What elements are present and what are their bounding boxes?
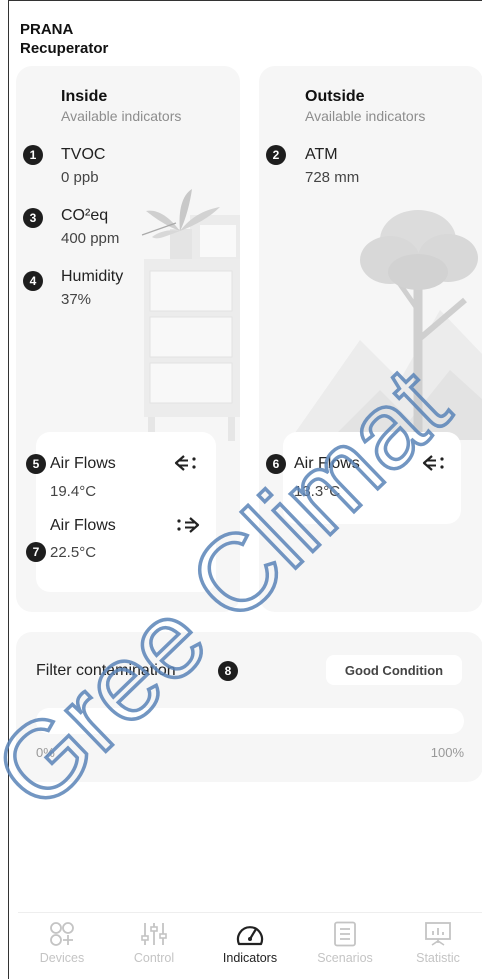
filter-status-button[interactable]: Good Condition bbox=[326, 655, 462, 685]
tvoc-label: TVOC bbox=[61, 146, 106, 163]
indicator-badge-6: 6 bbox=[266, 454, 286, 474]
nav-statistic[interactable]: Statistic bbox=[398, 921, 478, 965]
inside-title: Inside bbox=[61, 88, 108, 105]
atm-label: ATM bbox=[305, 146, 338, 163]
co2eq-value: 400 ppm bbox=[61, 230, 120, 247]
nav-control[interactable]: Control bbox=[114, 921, 194, 965]
gauge-icon bbox=[236, 926, 264, 946]
airflow-outflow-label: Air Flows bbox=[50, 517, 116, 534]
humidity-label: Humidity bbox=[61, 268, 124, 285]
airflow-outside-label: Air Flows bbox=[294, 455, 360, 472]
nav-indicators[interactable]: Indicators bbox=[210, 921, 290, 965]
tvoc-value: 0 ppb bbox=[61, 169, 99, 186]
nav-indicators-label: Indicators bbox=[222, 951, 278, 965]
airflow-inflow-value: 19.4°C bbox=[50, 483, 97, 500]
arrow-in-icon bbox=[422, 455, 444, 471]
indicator-badge-8: 8 bbox=[218, 661, 238, 681]
airflow-inflow-label: Air Flows bbox=[50, 455, 116, 472]
bottom-nav: Devices Control Indicators Scenarios Sta… bbox=[18, 912, 482, 979]
humidity-value: 37% bbox=[61, 291, 92, 308]
outside-title: Outside bbox=[305, 88, 365, 105]
cabinet-plant-illustration bbox=[141, 189, 240, 441]
co2eq-label: CO²eq bbox=[61, 207, 109, 224]
app-title-brand: PRANA bbox=[20, 21, 74, 38]
sliders-icon bbox=[141, 923, 167, 945]
list-icon bbox=[334, 921, 356, 947]
app-title: PRANA Recuperator bbox=[20, 20, 108, 58]
chart-icon bbox=[425, 922, 451, 946]
nav-scenarios[interactable]: Scenarios bbox=[305, 921, 385, 965]
arrow-out-icon bbox=[177, 517, 200, 533]
atm-value: 728 mm bbox=[305, 169, 360, 186]
indicator-badge-4: 4 bbox=[23, 271, 43, 291]
progress-max-label: 100% bbox=[430, 745, 464, 760]
indicator-badge-2: 2 bbox=[266, 145, 286, 165]
airflow-outflow-value: 22.5°C bbox=[50, 544, 97, 561]
inside-subtitle: Available indicators bbox=[61, 108, 182, 124]
indicator-badge-5: 5 bbox=[26, 454, 46, 474]
devices-icon bbox=[50, 922, 74, 946]
filter-title: Filter contamination bbox=[36, 662, 176, 679]
indicator-badge-1: 1 bbox=[23, 145, 43, 165]
nav-control-label: Control bbox=[133, 951, 175, 965]
app-title-device: Recuperator bbox=[20, 40, 109, 57]
nav-statistic-label: Statistic bbox=[416, 951, 460, 965]
indicator-badge-3: 3 bbox=[23, 208, 43, 228]
nav-devices-label: Devices bbox=[39, 951, 85, 965]
outside-airflow-panel bbox=[283, 432, 461, 524]
arrow-in-icon bbox=[174, 455, 196, 471]
outside-subtitle: Available indicators bbox=[305, 108, 426, 124]
nav-scenarios-label: Scenarios bbox=[317, 951, 373, 965]
indicator-badge-7: 7 bbox=[26, 542, 46, 562]
airflow-outside-value: 13.3°C bbox=[294, 483, 341, 500]
progress-min-label: 0% bbox=[36, 745, 55, 760]
filter-progress-bar bbox=[36, 708, 464, 734]
tree-mountain-illustration bbox=[290, 210, 482, 440]
nav-devices[interactable]: Devices bbox=[22, 921, 102, 965]
